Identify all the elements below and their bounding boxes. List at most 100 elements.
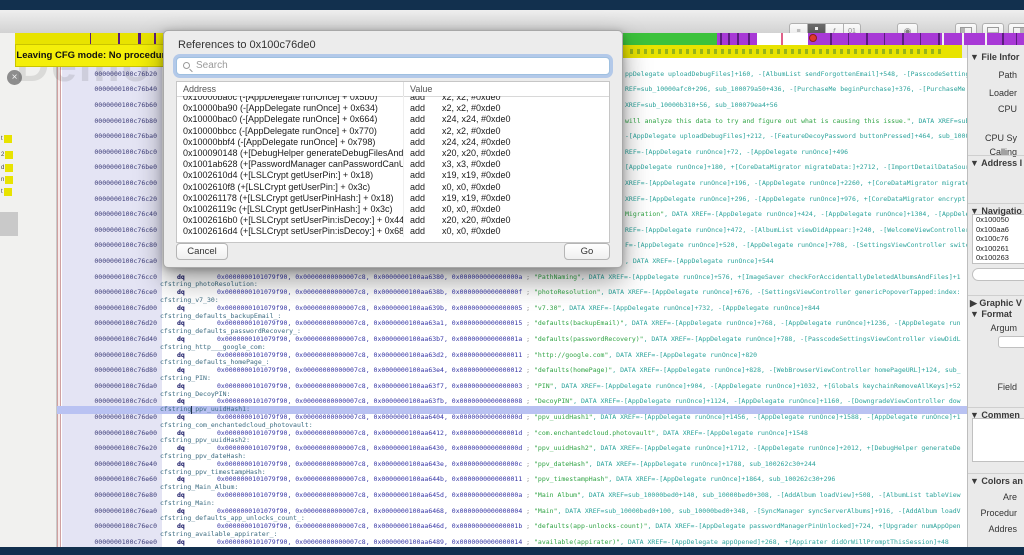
rail-tag[interactable]: 2 xyxy=(1,150,13,159)
sidebar-section-header-graphic-v[interactable]: ▶ Graphic V xyxy=(970,298,1022,309)
listing-line[interactable]: 0000000100c76e80dq0x0000000101079f90, 0x… xyxy=(57,492,967,500)
reference-row[interactable]: 0x1002610f8 (+[LSLCrypt getUserPin:] + 0… xyxy=(177,182,609,193)
sidebar-field-label: Field xyxy=(997,382,1017,392)
text-cursor xyxy=(191,406,192,414)
sidebar-section-header-address-i[interactable]: ▼ Address I xyxy=(970,158,1022,168)
listing-label-line[interactable]: cfstring_DecoyPIN: xyxy=(57,391,967,399)
navigation-stack-item[interactable]: 0x100aa6 xyxy=(973,225,1024,235)
listing-line[interactable]: 0000000100c76da0dq0x0000000101079f90, 0x… xyxy=(57,383,967,391)
reference-row[interactable]: 0x10000bac0 (-[AppDelegate runOnce] + 0x… xyxy=(177,114,609,125)
status-tooltip: Leaving CFG mode: No procedure xyxy=(15,44,172,67)
listing-label-line[interactable]: cfstring_PIN: xyxy=(57,375,967,383)
listing-label-line[interactable]: cfstring_ppv_uuidHash1: xyxy=(57,406,967,414)
rail-tag[interactable]: d xyxy=(1,163,13,172)
navigation-address-input[interactable] xyxy=(972,268,1024,281)
listing-label-line[interactable]: cfstring_ppv_dateHash: xyxy=(57,453,967,461)
search-icon xyxy=(183,62,190,69)
listing-label-line[interactable]: cfstring_photoResolution: xyxy=(57,281,967,289)
listing-label-line[interactable]: cfstring_Main: xyxy=(57,500,967,508)
reference-row[interactable]: 0x1002616d4 (+[LSLCrypt setUserPin:isDec… xyxy=(177,226,609,237)
listing-line[interactable]: 0000000100c76d00dq0x0000000101079f90, 0x… xyxy=(57,305,967,313)
reference-row[interactable]: 0x10000bbf4 (-[AppDelegate runOnce] + 0x… xyxy=(177,137,609,148)
listing-label-line[interactable]: cfstring_Main_Album: xyxy=(57,484,967,492)
sidebar-field-label: Addres xyxy=(988,524,1017,534)
listing-line[interactable]: 0000000100c76de0dq0x0000000101079f90, 0x… xyxy=(57,414,967,422)
yellow-tag-icon xyxy=(4,188,12,196)
listing-line[interactable]: 0000000100c76d60dq0x0000000101079f90, 0x… xyxy=(57,352,967,360)
listing-line[interactable]: 0000000100c76ee0dq0x0000000101079f90, 0x… xyxy=(57,539,967,547)
rail-tag[interactable]: t xyxy=(1,134,12,143)
listing-line[interactable]: 0000000100c76cc0dq0x0000000101079f90, 0x… xyxy=(57,274,967,282)
sidebar-section-header-format[interactable]: ▼ Format xyxy=(970,309,1012,319)
listing-label-line[interactable]: cfstring_defaults_homePage_: xyxy=(57,359,967,367)
sidebar-section-header-navigatio[interactable]: ▼ Navigatio xyxy=(970,206,1022,216)
listing-line[interactable]: 0000000100c76ea0dq0x0000000101079f90, 0x… xyxy=(57,508,967,516)
column-header-address[interactable]: Address xyxy=(177,82,404,96)
reference-row[interactable]: 0x100090148 (+[DebugHelper generateDebug… xyxy=(177,148,609,159)
navigation-stack-item[interactable]: 0x100261 xyxy=(973,244,1024,254)
navigation-stack-item[interactable]: 0x100050 xyxy=(973,215,1024,225)
comment-textarea[interactable] xyxy=(972,418,1024,462)
listing-label-line[interactable]: cfstring_defaults_app_unlocks_count_: xyxy=(57,515,967,523)
listing-label-line[interactable]: cfstring_available_appirater_: xyxy=(57,531,967,539)
reference-row[interactable]: 0x10026119c (+[LSLCrypt getUserPinHash:]… xyxy=(177,204,609,215)
bottom-window-bar xyxy=(0,547,1024,555)
references-dialog: References to 0x100c76de0 Search Address… xyxy=(163,30,623,268)
sidebar-section-header-file-infor[interactable]: ▼ File Infor xyxy=(970,52,1019,62)
listing-label-line[interactable]: cfstring_v7_30: xyxy=(57,297,967,305)
navigation-stack-item[interactable]: 0x100c76 xyxy=(973,234,1024,244)
nav-tick xyxy=(1016,33,1017,45)
reference-row[interactable]: 0x10000ba90 (-[AppDelegate runOnce] + 0x… xyxy=(177,103,609,114)
sidebar-field-label: CPU xyxy=(998,104,1017,114)
listing-line[interactable]: 0000000100c76dc0dq0x0000000101079f90, 0x… xyxy=(57,398,967,406)
listing-line[interactable]: 0000000100c76e60dq0x0000000101079f90, 0x… xyxy=(57,476,967,484)
reference-row[interactable]: 0x10000ba0c (-[AppDelegate runOnce] + 0x… xyxy=(177,96,609,103)
nav-gap xyxy=(985,33,987,45)
table-body: 0x10000ba0c (-[AppDelegate runOnce] + 0x… xyxy=(177,96,609,242)
sidebar-section-header-colors-an[interactable]: ▼ Colors an xyxy=(970,476,1023,486)
sidebar-divider xyxy=(968,155,1024,156)
yellow-tag-icon xyxy=(4,135,12,143)
sidebar-field-label: Are xyxy=(1003,492,1017,502)
reference-row[interactable]: 0x10000bbcc (-[AppDelegate runOnce] + 0x… xyxy=(177,126,609,137)
collapsed-panel-handle[interactable] xyxy=(0,212,18,236)
cancel-button[interactable]: Cancel xyxy=(176,243,228,260)
listing-line[interactable]: 0000000100c76e00dq0x0000000101079f90, 0x… xyxy=(57,430,967,438)
listing-label-line[interactable]: cfstring_ppv_timestampHash: xyxy=(57,469,967,477)
listing-label-line[interactable]: cfstring_ppv_uuidHash2: xyxy=(57,437,967,445)
reference-row[interactable]: 0x1002610d4 (+[LSLCrypt getUserPin:] + 0… xyxy=(177,170,609,181)
go-button[interactable]: Go xyxy=(564,243,610,260)
search-placeholder: Search xyxy=(196,60,228,71)
listing-label-line[interactable]: cfstring_defaults_backupEmail_: xyxy=(57,313,967,321)
listing-label-line[interactable]: cfstring_com_enchantedcloud_photovault: xyxy=(57,422,967,430)
reference-row[interactable]: 0x1001ab628 (+[PasswordManager canPasswo… xyxy=(177,159,609,170)
reference-row[interactable]: 0x100261178 (+[LSLCrypt getUserPinHash:]… xyxy=(177,193,609,204)
listing-label-line[interactable]: cfstring_defaults_passwordRecovery_: xyxy=(57,328,967,336)
listing-line[interactable]: 0000000100c76d80dq0x0000000101079f90, 0x… xyxy=(57,367,967,375)
sidebar-field-label: Loader xyxy=(989,88,1017,98)
listing-label-line[interactable]: cfstring_http___google_com: xyxy=(57,344,967,352)
column-header-value[interactable]: Value xyxy=(404,82,432,96)
rail-tag[interactable]: n xyxy=(1,175,13,184)
sidebar-divider xyxy=(968,203,1024,204)
listing-line[interactable]: 0000000100c76d40dq0x0000000101079f90, 0x… xyxy=(57,336,967,344)
yellow-tag-icon xyxy=(5,176,13,184)
sidebar-field-label: Procedur xyxy=(980,508,1017,518)
listing-line[interactable]: 0000000100c76ec0dq0x0000000101079f90, 0x… xyxy=(57,523,967,531)
sidebar-section-header-commen[interactable]: ▼ Commen xyxy=(970,410,1020,420)
navigation-stack-item[interactable]: 0x100263 xyxy=(973,253,1024,263)
sidebar-divider xyxy=(968,473,1024,474)
listing-line[interactable]: 0000000100c76e40dq0x0000000101079f90, 0x… xyxy=(57,461,967,469)
format-argument-control[interactable] xyxy=(998,336,1024,348)
search-input[interactable]: Search xyxy=(176,57,610,75)
yellow-tag-icon xyxy=(5,151,13,159)
yellow-tag-icon xyxy=(5,164,13,172)
rail-tag[interactable]: t xyxy=(1,187,12,196)
listing-line[interactable]: 0000000100c76d20dq0x0000000101079f90, 0x… xyxy=(57,320,967,328)
dialog-title: References to 0x100c76de0 xyxy=(178,39,316,51)
reference-row[interactable]: 0x1002616b0 (+[LSLCrypt setUserPin:isDec… xyxy=(177,215,609,226)
navigation-stack-list[interactable]: 0x1000500x100aa60x100c760x1002610x100263 xyxy=(972,214,1024,264)
listing-line[interactable]: 0000000100c76ce0dq0x0000000101079f90, 0x… xyxy=(57,289,967,297)
listing-line[interactable]: 0000000100c76e20dq0x0000000101079f90, 0x… xyxy=(57,445,967,453)
nav-tick xyxy=(1002,33,1004,45)
